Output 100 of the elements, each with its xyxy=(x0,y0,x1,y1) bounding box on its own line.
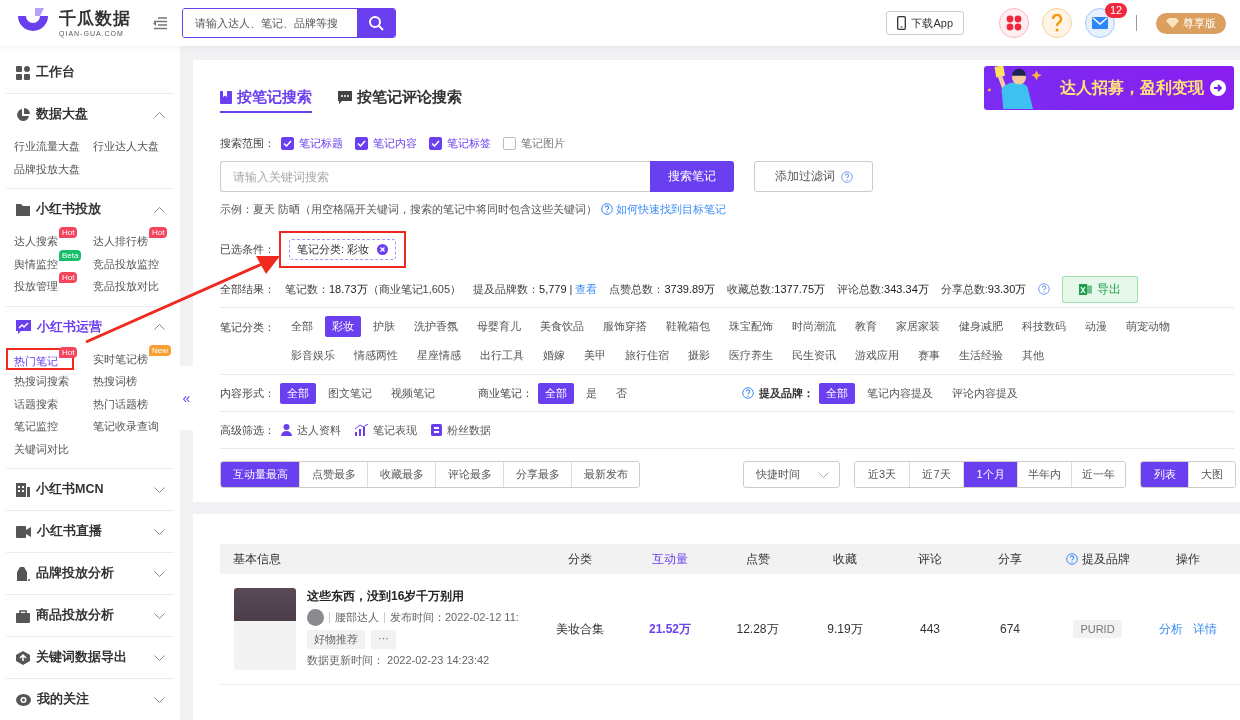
filter-option[interactable]: 笔记内容提及 xyxy=(860,382,940,404)
sidebar-link[interactable]: 话题搜索 xyxy=(14,392,58,415)
category-option[interactable]: 家居家装 xyxy=(889,316,947,337)
sidebar-section-header[interactable]: 小红书直播 xyxy=(6,511,174,552)
search-mode-tab[interactable]: 按笔记评论搜索 xyxy=(338,88,462,113)
column-header[interactable]: 分享 xyxy=(998,550,1022,568)
sidebar-section-header[interactable]: 小红书MCN xyxy=(6,469,174,510)
column-header[interactable]: 点赞 xyxy=(745,550,770,568)
filter-option[interactable]: 评论内容提及 xyxy=(945,382,1025,404)
help-link[interactable]: 如何快速找到目标笔记 xyxy=(601,201,727,217)
category-option[interactable]: 医疗养生 xyxy=(722,345,780,366)
category-option[interactable]: 萌宠动物 xyxy=(1119,316,1177,337)
view-mode-toggle[interactable]: 大图 xyxy=(1188,462,1235,487)
sidebar-link[interactable]: 竞品投放对比 xyxy=(93,275,159,297)
quick-time-dropdown[interactable]: 快捷时间 xyxy=(743,461,840,488)
category-option[interactable]: 时尚潮流 xyxy=(785,316,843,337)
category-option[interactable]: 全部 xyxy=(284,316,320,337)
time-range-option[interactable]: 1个月 xyxy=(963,462,1017,487)
column-header[interactable]: 评论 xyxy=(918,550,942,568)
category-option[interactable]: 其他 xyxy=(1015,345,1051,366)
view-link[interactable]: 查看 xyxy=(575,281,598,297)
category-option[interactable]: 旅行住宿 xyxy=(618,345,676,366)
add-filter-words-button[interactable]: 添加过滤词 xyxy=(754,161,873,192)
category-option[interactable]: 彩妆 xyxy=(325,316,361,337)
category-option[interactable]: 洗护香氛 xyxy=(407,316,465,337)
sidebar-section-header[interactable]: 关键词数据导出 xyxy=(6,637,174,678)
filter-option[interactable]: 是 xyxy=(579,382,604,404)
column-header[interactable]: 操作 xyxy=(1175,550,1200,568)
category-option[interactable]: 美甲 xyxy=(577,345,613,366)
keyword-search-field[interactable]: 请输入关键词搜索 xyxy=(220,161,650,192)
filter-option[interactable]: 否 xyxy=(609,382,634,404)
category-option[interactable]: 情感两性 xyxy=(347,345,405,366)
time-range-option[interactable]: 近一年 xyxy=(1071,462,1125,487)
recruitment-banner[interactable]: 达人招募，盈利变现 xyxy=(984,66,1234,110)
scope-checkbox[interactable]: 笔记图片 xyxy=(503,135,565,151)
category-option[interactable]: 游戏应用 xyxy=(848,345,906,366)
sidebar-link[interactable]: 热搜词榜 xyxy=(93,370,137,392)
filter-option[interactable]: 全部 xyxy=(538,382,574,404)
sidebar-link[interactable]: 达人排行榜 xyxy=(93,230,148,252)
filter-option[interactable]: 全部 xyxy=(819,382,855,404)
category-option[interactable]: 服饰穿搭 xyxy=(596,316,654,337)
category-option[interactable]: 动漫 xyxy=(1078,316,1114,337)
action-link[interactable]: 详情 xyxy=(1192,620,1217,638)
category-option[interactable]: 母婴育儿 xyxy=(470,316,528,337)
note-title[interactable]: 这些东西，没到16岁千万别用 xyxy=(307,588,519,605)
photo-placeholder[interactable] xyxy=(234,588,296,670)
filter-option[interactable]: 图文笔记 xyxy=(321,382,379,404)
category-option[interactable]: 美食饮品 xyxy=(533,316,591,337)
column-header[interactable]: 互动量 xyxy=(652,550,688,568)
sidebar-link[interactable]: 投放管理 xyxy=(14,275,58,297)
scope-checkbox[interactable]: 笔记标题 xyxy=(281,135,343,151)
filter-option[interactable]: 视频笔记 xyxy=(384,382,442,404)
category-option[interactable]: 婚嫁 xyxy=(536,345,572,366)
column-header[interactable]: 收藏 xyxy=(833,550,857,568)
filter-option[interactable]: 全部 xyxy=(280,382,316,404)
sort-tab[interactable]: 最新发布 xyxy=(571,462,639,487)
filter-chip[interactable]: 笔记分类: 彩妆 xyxy=(289,238,397,260)
category-option[interactable]: 摄影 xyxy=(681,345,717,366)
category-option[interactable]: 影音娱乐 xyxy=(284,345,342,366)
category-option[interactable]: 赛事 xyxy=(911,345,947,366)
sidebar-link[interactable]: 行业流量大盘 xyxy=(14,135,80,157)
sidebar-link[interactable]: 行业达人大盘 xyxy=(93,135,159,157)
column-header[interactable]: 提及品牌 xyxy=(1065,550,1130,568)
category-option[interactable]: 出行工具 xyxy=(473,345,531,366)
sidebar-section-header[interactable]: 我的关注 xyxy=(6,679,174,720)
category-option[interactable]: 星座情感 xyxy=(410,345,468,366)
sidebar-link[interactable]: 热门笔记 xyxy=(14,349,58,372)
sidebar-section-header[interactable]: 小红书投放 xyxy=(6,189,174,230)
advanced-filter-button[interactable]: 粉丝数据 xyxy=(431,422,491,438)
advanced-filter-button[interactable]: 达人资料 xyxy=(281,422,341,438)
sidebar-link[interactable]: 实时笔记榜 xyxy=(93,347,148,370)
column-header[interactable]: 基本信息 xyxy=(233,550,281,568)
download-app-button[interactable]: 下载App xyxy=(886,11,964,35)
sidebar-link[interactable]: 舆情监控 xyxy=(14,252,58,275)
search-button[interactable] xyxy=(356,9,395,37)
menu-icon[interactable] xyxy=(153,16,167,30)
column-header[interactable]: 分类 xyxy=(568,550,592,568)
sidebar-link[interactable]: 达人搜索 xyxy=(14,230,58,252)
sidebar-link[interactable]: 品牌投放大盘 xyxy=(14,157,80,180)
category-option[interactable]: 科技数码 xyxy=(1015,316,1073,337)
sidebar-link[interactable]: 笔记收录查询 xyxy=(93,415,159,437)
category-option[interactable]: 教育 xyxy=(848,316,884,337)
sidebar-link[interactable]: 关键词对比 xyxy=(14,437,69,460)
scope-checkbox[interactable]: 笔记内容 xyxy=(355,135,417,151)
search-notes-button[interactable]: 搜索笔记 xyxy=(650,161,734,192)
sidebar-section-header[interactable]: 数据大盘 xyxy=(6,94,174,135)
apps-button[interactable] xyxy=(999,8,1029,38)
advanced-filter-button[interactable]: 笔记表现 xyxy=(355,422,417,438)
category-option[interactable]: 健身减肥 xyxy=(952,316,1010,337)
category-option[interactable]: 珠宝配饰 xyxy=(722,316,780,337)
sidebar-link[interactable]: 竞品投放监控 xyxy=(93,252,159,275)
close-icon[interactable] xyxy=(377,243,389,255)
sort-tab[interactable]: 互动量最高 xyxy=(221,462,299,487)
view-mode-toggle[interactable]: 列表 xyxy=(1141,462,1188,487)
sidebar-section-header[interactable]: 工作台 xyxy=(6,52,174,93)
top-search-field[interactable]: 请输入达人、笔记、品牌等搜 xyxy=(182,8,396,38)
collapse-sidebar-button[interactable]: « xyxy=(180,366,193,430)
sidebar-section-header[interactable]: 品牌投放分析 xyxy=(6,553,174,594)
sidebar-link[interactable]: 笔记监控 xyxy=(14,415,58,437)
scope-checkbox[interactable]: 笔记标签 xyxy=(429,135,491,151)
